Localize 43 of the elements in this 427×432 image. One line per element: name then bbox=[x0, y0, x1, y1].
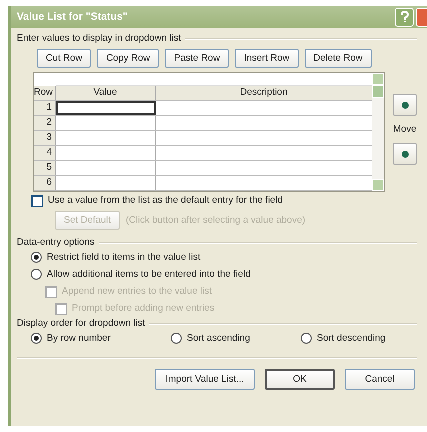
close-icon[interactable] bbox=[416, 8, 427, 26]
section-label: Display order for dropdown list bbox=[17, 318, 146, 329]
row-number: 3 bbox=[34, 131, 56, 145]
row-number: 5 bbox=[34, 161, 56, 175]
radio-label: Sort descending bbox=[317, 333, 386, 344]
row-number: 1 bbox=[34, 101, 56, 115]
vertical-scrollbar[interactable] bbox=[372, 73, 384, 191]
column-header: Row bbox=[34, 86, 56, 100]
checkbox-label: Use a value from the list as the default entry for the field bbox=[48, 195, 283, 206]
radio-label: Restrict field to items in the value list bbox=[47, 252, 201, 263]
row-action-button[interactable]: Cut Row bbox=[37, 49, 92, 68]
checkbox-label: Append new entries to the value list bbox=[62, 286, 212, 297]
row-number: 2 bbox=[34, 116, 56, 130]
value-cell[interactable] bbox=[56, 101, 156, 115]
set-default-hint: (Click button after selecting a value above) bbox=[126, 215, 306, 226]
dialog-button[interactable]: Import Value List... bbox=[155, 369, 255, 390]
dialog-button[interactable]: OK bbox=[265, 369, 335, 390]
window-title: Value List for "Status" bbox=[17, 11, 129, 23]
row-number: 4 bbox=[34, 146, 56, 160]
column-header: Description bbox=[239, 86, 289, 100]
help-icon[interactable] bbox=[395, 8, 414, 26]
section-label: Enter values to display in dropdown list bbox=[17, 33, 182, 44]
section-label: Data-entry options bbox=[17, 237, 95, 248]
radio-label: Sort ascending bbox=[187, 333, 250, 344]
row-action-button[interactable]: Paste Row bbox=[165, 49, 230, 68]
radio-button[interactable] bbox=[171, 333, 182, 344]
radio-button[interactable] bbox=[31, 252, 42, 263]
row-action-button[interactable]: Insert Row bbox=[235, 49, 299, 68]
radio-button[interactable] bbox=[301, 333, 312, 344]
move-down-button[interactable] bbox=[393, 143, 417, 165]
checkbox[interactable] bbox=[31, 194, 43, 206]
move-up-button[interactable] bbox=[393, 94, 417, 116]
radio-button[interactable] bbox=[31, 269, 42, 280]
row-action-button[interactable]: Delete Row bbox=[304, 49, 372, 68]
radio-button[interactable] bbox=[31, 333, 42, 344]
radio-label: Allow additional items to be entered into the field bbox=[47, 269, 251, 280]
row-action-button[interactable]: Copy Row bbox=[97, 49, 160, 68]
dialog-button[interactable]: Cancel bbox=[345, 369, 415, 390]
column-header: Value bbox=[56, 86, 156, 100]
checkbox-label: Prompt before adding new entries bbox=[72, 303, 215, 314]
row-number: 6 bbox=[34, 176, 56, 190]
move-label: Move bbox=[393, 124, 417, 135]
radio-label: By row number bbox=[47, 333, 111, 344]
